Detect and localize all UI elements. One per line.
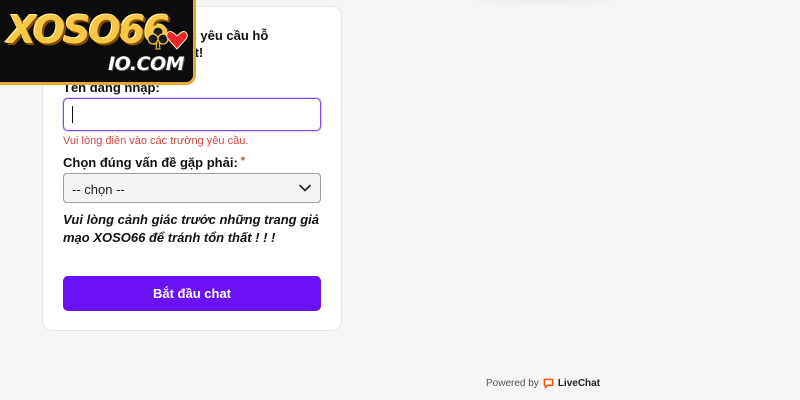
username-input[interactable] <box>63 98 321 131</box>
logo-main-text: XOSO66 <box>7 8 170 52</box>
powered-by-text: Powered by <box>486 378 539 389</box>
top-shadow <box>470 0 620 2</box>
xoso66-logo[interactable]: XOSO66 IO.COM <box>0 0 196 85</box>
start-chat-button[interactable]: Bắt đầu chat <box>63 276 321 311</box>
livechat-icon <box>543 378 554 389</box>
issue-select-value: -- chọn -- <box>72 182 125 197</box>
phishing-warning-text: Vui lòng cảnh giác trước những trang giả… <box>63 212 320 245</box>
text-caret <box>72 106 73 123</box>
chevron-down-icon <box>299 184 311 192</box>
livechat-brand: LiveChat <box>557 378 601 389</box>
issue-label: Chọn đúng vấn đề gặp phải: * <box>63 155 245 170</box>
club-heart-suits-icon <box>148 26 188 50</box>
required-asterisk: * <box>240 155 246 167</box>
username-error-message: Vui lòng điền vào các trường yêu cầu. <box>63 135 249 147</box>
logo-sub-text: IO.COM <box>108 53 185 75</box>
powered-by-livechat[interactable]: Powered by LiveChat <box>486 378 600 389</box>
issue-label-text: Chọn đúng vấn đề gặp phải: <box>63 155 238 170</box>
issue-select[interactable]: -- chọn -- <box>63 173 321 203</box>
